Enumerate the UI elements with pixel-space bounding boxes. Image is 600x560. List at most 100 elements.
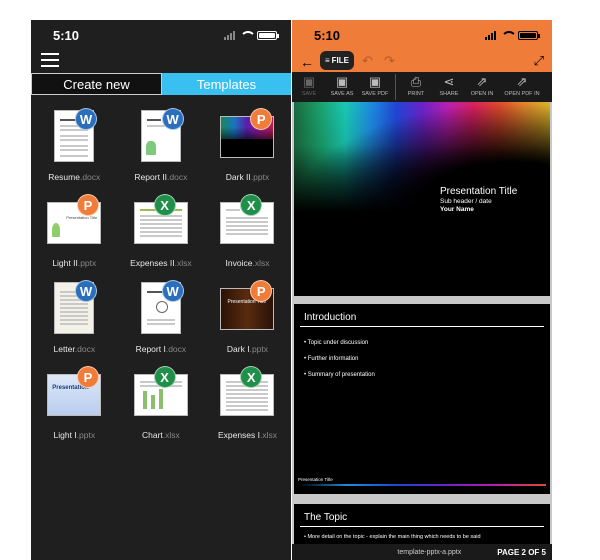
file-name: Invoice.xlsx bbox=[225, 258, 270, 268]
redo-icon[interactable]: ↷ bbox=[384, 53, 395, 69]
toolbar-divider bbox=[395, 74, 396, 100]
excel-badge-icon: X bbox=[153, 366, 176, 388]
save-icon: ▣ bbox=[302, 74, 316, 89]
file-name: Chart.xlsx bbox=[141, 430, 180, 440]
menu-icon[interactable] bbox=[41, 53, 59, 67]
back-arrow-icon[interactable]: ← bbox=[300, 54, 314, 70]
open-in-button[interactable]: ⇗ OPEN IN bbox=[467, 74, 497, 97]
template-tile-resume[interactable]: W Resume.docx bbox=[31, 104, 118, 190]
tab-templates[interactable]: Templates bbox=[162, 73, 291, 95]
file-name: Light II.pptx bbox=[52, 258, 97, 268]
print-label: PRINT bbox=[407, 91, 425, 97]
signal-icon bbox=[224, 30, 235, 40]
tab-create-new[interactable]: Create new bbox=[31, 73, 162, 95]
undo-icon[interactable]: ↶ bbox=[362, 53, 373, 69]
save-as-icon: ▣ bbox=[335, 74, 349, 89]
save-button[interactable]: ▣ SAVE bbox=[294, 74, 324, 97]
battery-icon bbox=[518, 30, 540, 40]
status-time: 5:10 bbox=[314, 27, 341, 43]
open-pdf-in-icon: ⇗ bbox=[516, 74, 528, 89]
file-menu-button[interactable]: ≡ FILE bbox=[320, 51, 354, 70]
template-tile-dark-i[interactable]: Presentation Title P Dark I.pptx bbox=[204, 276, 291, 362]
print-button[interactable]: ⎙ PRINT bbox=[401, 74, 431, 97]
share-label: SHARE bbox=[439, 91, 459, 97]
file-button-label: FILE bbox=[331, 56, 349, 65]
file-name: Expenses I.xlsx bbox=[217, 430, 278, 440]
battery-icon bbox=[257, 30, 279, 40]
save-as-button[interactable]: ▣ SAVE AS bbox=[327, 74, 357, 97]
slide-title: Presentation Title bbox=[440, 186, 518, 197]
file-name: Report II.docx bbox=[134, 172, 188, 182]
template-tile-expenses-ii[interactable]: X Expenses II.xlsx bbox=[118, 190, 205, 276]
file-name: Light I.pptx bbox=[53, 430, 96, 440]
word-badge-icon: W bbox=[161, 280, 184, 302]
file-toolbar: ▣ SAVE ▣ SAVE AS ▣ SAVE PDF ⎙ PRINT ⋖ SH… bbox=[292, 72, 552, 102]
template-tile-dark-ii[interactable]: P Dark II.pptx bbox=[204, 104, 291, 190]
save-pdf-label: SAVE PDF bbox=[361, 91, 389, 97]
powerpoint-badge-icon: P bbox=[77, 194, 99, 216]
status-icons bbox=[224, 30, 279, 40]
save-label: SAVE bbox=[301, 91, 317, 97]
word-badge-icon: W bbox=[75, 108, 97, 130]
powerpoint-badge-icon: P bbox=[77, 366, 99, 388]
open-pdf-in-label: OPEN PDF IN bbox=[504, 91, 540, 97]
bullet-list: • Topic under discussion • Further infor… bbox=[304, 330, 375, 378]
document-status-bar: template-pptx-a.pptx PAGE 2 OF 5 bbox=[292, 544, 552, 560]
file-name-label: template-pptx-a.pptx bbox=[397, 548, 462, 556]
slide-1[interactable]: Presentation Title Sub header / date You… bbox=[294, 102, 550, 296]
open-in-icon: ⇗ bbox=[476, 74, 488, 89]
template-tile-letter[interactable]: W Letter.docx bbox=[31, 276, 118, 362]
excel-badge-icon: X bbox=[153, 194, 176, 216]
status-icons bbox=[485, 30, 540, 40]
slide-list[interactable]: Presentation Title Sub header / date You… bbox=[292, 102, 552, 544]
template-tile-expenses-i[interactable]: X Expenses I.xlsx bbox=[204, 362, 291, 448]
status-bar: 5:10 bbox=[31, 20, 291, 50]
template-tile-light-i[interactable]: Presentation P Light I.pptx bbox=[31, 362, 118, 448]
template-tile-light-ii[interactable]: Presentation Title P Light II.pptx bbox=[31, 190, 118, 276]
status-time: 5:10 bbox=[53, 27, 80, 43]
fullscreen-icon[interactable]: ⤢ bbox=[534, 53, 544, 69]
wifi-icon bbox=[501, 30, 517, 40]
thumbnail-title: Presentation Title bbox=[66, 215, 98, 220]
printer-icon: ⎙ bbox=[410, 74, 422, 89]
presentation-viewer: 5:10 ← ≡ FILE ↶ ↷ ⤢ ▣ SAVE ▣ SAVE AS ▣ S… bbox=[292, 20, 552, 560]
slide-title: The Topic bbox=[304, 512, 348, 523]
template-tile-invoice[interactable]: X Invoice.xlsx bbox=[204, 190, 291, 276]
save-pdf-button[interactable]: ▣ SAVE PDF bbox=[360, 74, 390, 97]
slide-footer: Presentation Title bbox=[298, 477, 333, 482]
menu-icon: ≡ bbox=[324, 56, 330, 65]
page-indicator: PAGE 2 OF 5 bbox=[497, 547, 546, 557]
template-tile-report-ii[interactable]: W Report II.docx bbox=[118, 104, 205, 190]
status-bar: 5:10 bbox=[292, 20, 552, 50]
slide-author: Your Name bbox=[440, 206, 474, 213]
save-as-label: SAVE AS bbox=[330, 91, 354, 97]
word-badge-icon: W bbox=[161, 108, 184, 130]
wifi-icon bbox=[240, 30, 256, 40]
file-name: Report I.docx bbox=[135, 344, 187, 354]
slide-2[interactable]: Introduction • Topic under discussion • … bbox=[294, 304, 550, 494]
bullet-item: • Further information bbox=[304, 356, 359, 362]
file-name: Letter.docx bbox=[53, 344, 96, 354]
slide-title: Introduction bbox=[304, 312, 357, 323]
slide-3[interactable]: The Topic • More detail on the topic - e… bbox=[294, 504, 550, 544]
segmented-control: Create new Templates bbox=[31, 73, 291, 95]
file-name: Dark II.pptx bbox=[225, 172, 270, 182]
template-grid: W Resume.docx W Report II.docx P Dark II… bbox=[31, 104, 291, 448]
bullet-item: • Topic under discussion bbox=[304, 340, 369, 346]
save-pdf-icon: ▣ bbox=[368, 74, 382, 89]
open-in-label: OPEN IN bbox=[470, 91, 494, 97]
divider bbox=[300, 526, 544, 527]
word-badge-icon: W bbox=[75, 280, 97, 302]
share-button[interactable]: ⋖ SHARE bbox=[434, 74, 464, 97]
file-name: Resume.docx bbox=[48, 172, 101, 182]
slide-subheader: Sub header / date bbox=[440, 198, 492, 205]
file-name: Expenses II.xlsx bbox=[130, 258, 192, 268]
share-icon: ⋖ bbox=[443, 74, 455, 89]
bullet-item: • More detail on the topic - explain the… bbox=[304, 534, 481, 540]
signal-icon bbox=[485, 30, 496, 40]
template-tile-chart[interactable]: X Chart.xlsx bbox=[118, 362, 205, 448]
open-pdf-in-button[interactable]: ⇗ OPEN PDF IN bbox=[502, 74, 542, 97]
templates-screen: 5:10 Create new Templates W Resume.docx … bbox=[31, 20, 291, 560]
template-tile-report-i[interactable]: W Report I.docx bbox=[118, 276, 205, 362]
divider bbox=[300, 326, 544, 327]
